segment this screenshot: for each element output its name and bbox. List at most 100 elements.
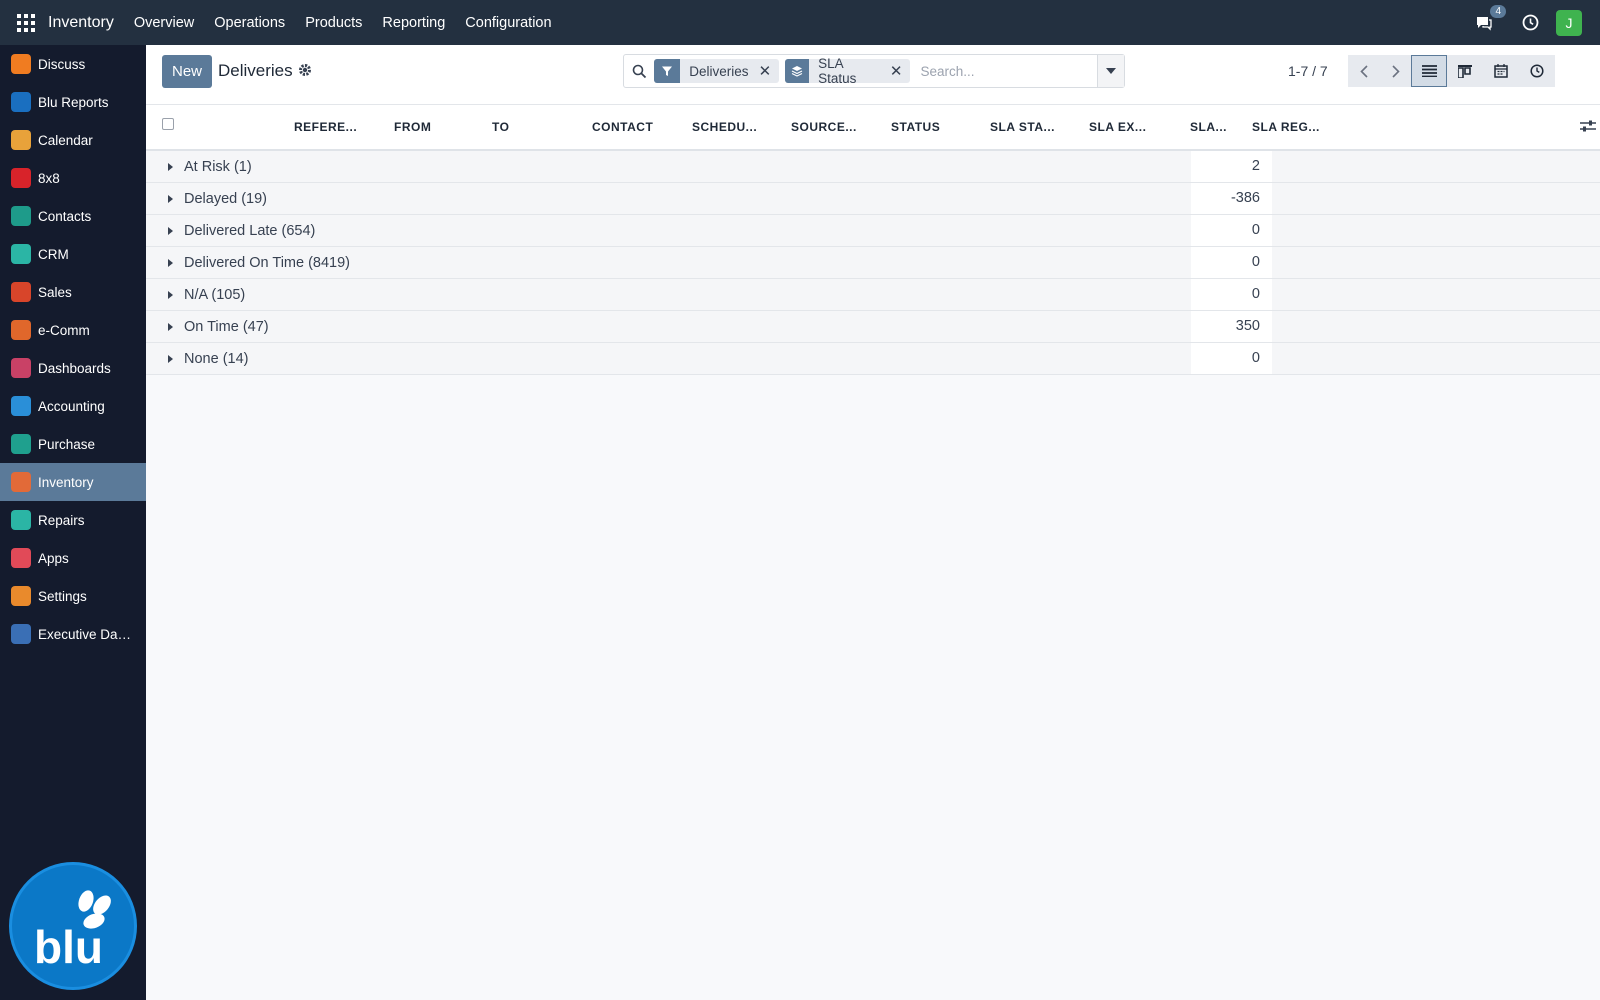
sidebar-item-purchase[interactable]: Purchase xyxy=(0,425,146,463)
crm-icon xyxy=(11,244,31,264)
search-icon[interactable] xyxy=(624,55,654,87)
column-status[interactable]: STATUS xyxy=(891,120,940,134)
top-navbar: Inventory Overview Operations Products R… xyxy=(0,0,1600,45)
sidebar-item-8x8[interactable]: 8x8 xyxy=(0,159,146,197)
menu-operations[interactable]: Operations xyxy=(214,15,285,31)
sidebar-item-discuss[interactable]: Discuss xyxy=(0,45,146,83)
sidebar-item-label: Sales xyxy=(38,284,72,300)
settings-icon xyxy=(11,586,31,606)
menu-products[interactable]: Products xyxy=(305,15,362,31)
sidebar-item-label: CRM xyxy=(38,246,69,262)
remove-filter-close-icon[interactable]: ✕ xyxy=(759,62,780,80)
sidebar-item-e-comm[interactable]: e-Comm xyxy=(0,311,146,349)
group-sla-aggregate: 0 xyxy=(1191,247,1272,278)
column-sla-expected[interactable]: SLA EX... xyxy=(1089,120,1146,134)
column-contact[interactable]: CONTACT xyxy=(592,120,653,134)
blu-logo: blu xyxy=(9,862,137,990)
group-row-background xyxy=(1272,247,1600,278)
group-row[interactable]: On Time (47) 350 xyxy=(146,311,1600,343)
breadcrumb-deliveries: Deliveries xyxy=(218,61,293,80)
sidebar-item-settings[interactable]: Settings xyxy=(0,577,146,615)
group-row[interactable]: At Risk (1) 2 xyxy=(146,151,1600,183)
app-title[interactable]: Inventory xyxy=(48,14,114,32)
group-row[interactable]: None (14) 0 xyxy=(146,343,1600,375)
group-label: Delivered On Time (8419) xyxy=(184,255,351,271)
new-button[interactable]: New xyxy=(162,55,212,88)
sidebar-item-label: Discuss xyxy=(38,56,86,72)
column-sla-value[interactable]: SLA... xyxy=(1190,120,1227,134)
group-row-background xyxy=(146,183,1191,214)
purchase-icon xyxy=(11,434,31,454)
chat-icon[interactable]: 4 xyxy=(1472,4,1506,35)
group-row[interactable]: Delivered Late (654) 0 xyxy=(146,215,1600,247)
group-row[interactable]: Delivered On Time (8419) 0 xyxy=(146,247,1600,279)
caret-right-icon xyxy=(168,323,173,331)
sidebar-item-contacts[interactable]: Contacts xyxy=(0,197,146,235)
column-source[interactable]: SOURCE... xyxy=(791,120,857,134)
sidebar-item-crm[interactable]: CRM xyxy=(0,235,146,273)
column-reference[interactable]: REFERE... xyxy=(294,120,357,134)
deliveries-list: REFERE... FROM TO CONTACT SCHEDU... SOUR… xyxy=(146,105,1600,375)
sidebar-item-blu-reports[interactable]: Blu Reports xyxy=(0,83,146,121)
group-label: Delayed (19) xyxy=(184,191,268,207)
sidebar-item-label: Purchase xyxy=(38,436,96,452)
column-sla-region[interactable]: SLA REG... xyxy=(1252,120,1320,134)
facet-groupby-sla-status: SLA Status ✕ xyxy=(785,56,911,86)
remove-groupby-close-icon[interactable]: ✕ xyxy=(890,62,911,80)
accounting-icon xyxy=(11,396,31,416)
sales-icon xyxy=(11,282,31,302)
column-scheduled[interactable]: SCHEDU... xyxy=(692,120,757,134)
sidebar-item-label: Calendar xyxy=(38,132,93,148)
calendar-icon xyxy=(11,130,31,150)
apps-menu-icon[interactable] xyxy=(14,11,38,35)
column-to[interactable]: TO xyxy=(492,120,509,134)
group-row-background xyxy=(1272,311,1600,342)
caret-right-icon xyxy=(168,355,173,363)
group-row-background xyxy=(146,151,1191,182)
sidebar-item-label: Executive Das... xyxy=(38,626,134,642)
group-label: Delivered Late (654) xyxy=(184,223,316,239)
sidebar-item-accounting[interactable]: Accounting xyxy=(0,387,146,425)
sidebar-item-label: Repairs xyxy=(38,512,85,528)
column-from[interactable]: FROM xyxy=(394,120,431,134)
sidebar-item-label: Accounting xyxy=(38,398,105,414)
sidebar-item-dashboards[interactable]: Dashboards xyxy=(0,349,146,387)
caret-right-icon xyxy=(168,259,173,267)
group-row[interactable]: N/A (105) 0 xyxy=(146,279,1600,311)
repairs-icon xyxy=(11,510,31,530)
sidebar-item-executive-das[interactable]: Executive Das... xyxy=(0,615,146,653)
sidebar-item-repairs[interactable]: Repairs xyxy=(0,501,146,539)
list-view-icon[interactable] xyxy=(1411,55,1447,87)
pager-next-chevron-right-icon[interactable] xyxy=(1380,55,1412,87)
column-sla-status[interactable]: SLA STA... xyxy=(990,120,1055,134)
gear-icon[interactable] xyxy=(298,63,314,79)
pager-previous-chevron-left-icon[interactable] xyxy=(1348,55,1380,87)
blu-logo-text: blu xyxy=(34,921,103,971)
menu-reporting[interactable]: Reporting xyxy=(382,15,445,31)
group-row[interactable]: Delayed (19) -386 xyxy=(146,183,1600,215)
menu-configuration[interactable]: Configuration xyxy=(465,15,551,31)
sidebar-item-label: Contacts xyxy=(38,208,92,224)
sidebar-item-apps[interactable]: Apps xyxy=(0,539,146,577)
sidebar-item-label: Apps xyxy=(38,550,69,566)
executive-dashboard-icon xyxy=(11,624,31,644)
sidebar-item-calendar[interactable]: Calendar xyxy=(0,121,146,159)
group-row-background xyxy=(146,311,1191,342)
activity-view-clock-icon[interactable] xyxy=(1519,55,1555,87)
facet-filter-deliveries: Deliveries ✕ xyxy=(654,59,780,83)
calendar-view-icon[interactable] xyxy=(1483,55,1519,87)
caret-right-icon xyxy=(168,195,173,203)
sidebar-item-sales[interactable]: Sales xyxy=(0,273,146,311)
search-options-chevron-down-icon[interactable] xyxy=(1097,55,1124,87)
discuss-icon xyxy=(11,54,31,74)
activity-clock-icon[interactable] xyxy=(1518,11,1542,35)
optional-columns-sliders-icon[interactable] xyxy=(1580,119,1596,135)
select-all-checkbox[interactable] xyxy=(162,118,174,130)
sidebar-item-inventory[interactable]: Inventory xyxy=(0,463,146,501)
search-input[interactable] xyxy=(916,57,1098,85)
user-avatar[interactable]: J xyxy=(1556,9,1582,36)
kanban-view-icon[interactable] xyxy=(1447,55,1483,87)
menu-overview[interactable]: Overview xyxy=(134,15,194,31)
pager-value[interactable]: 1-7 / 7 xyxy=(1288,63,1328,79)
apps-store-icon xyxy=(11,548,31,568)
